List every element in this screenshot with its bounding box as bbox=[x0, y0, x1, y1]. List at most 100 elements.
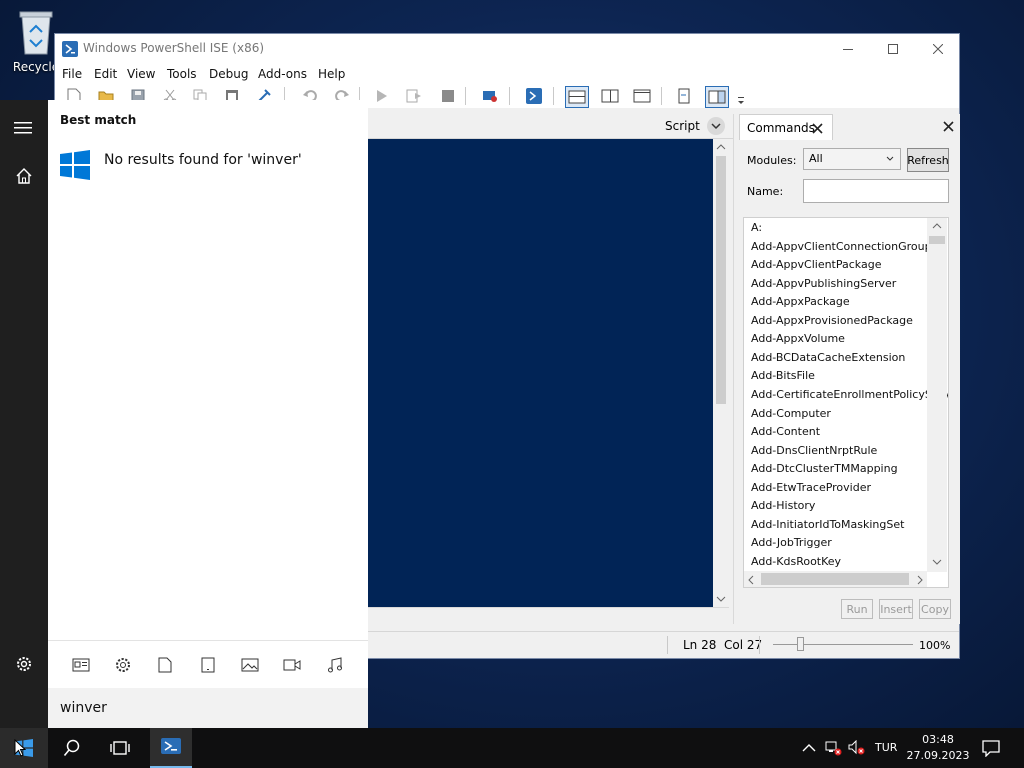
name-filter-input[interactable] bbox=[803, 179, 949, 203]
zoom-slider-track[interactable] bbox=[773, 644, 913, 645]
mouse-pointer-icon bbox=[14, 739, 26, 757]
scroll-down-icon[interactable] bbox=[716, 595, 726, 603]
list-item[interactable]: Add-KdsRootKey bbox=[751, 555, 841, 568]
close-pane-icon[interactable] bbox=[943, 121, 954, 132]
menu-view[interactable]: View bbox=[127, 67, 155, 81]
modules-select[interactable]: All bbox=[803, 148, 901, 170]
tablet-filter-icon[interactable] bbox=[198, 656, 218, 674]
start-powershell-icon[interactable] bbox=[523, 86, 545, 106]
list-item[interactable]: Add-BitsFile bbox=[751, 369, 815, 382]
list-item[interactable]: Add-AppxProvisionedPackage bbox=[751, 314, 913, 327]
list-item[interactable]: Add-History bbox=[751, 499, 815, 512]
show-commands-icon[interactable] bbox=[705, 86, 729, 108]
commands-tab[interactable]: Commands bbox=[739, 114, 833, 140]
search-box[interactable]: winver bbox=[48, 688, 368, 728]
script-expand-button[interactable] bbox=[707, 117, 725, 135]
close-button[interactable] bbox=[915, 34, 961, 64]
scroll-up-icon[interactable] bbox=[716, 143, 726, 151]
insert-button[interactable]: Insert bbox=[879, 599, 913, 619]
close-tab-icon[interactable] bbox=[812, 123, 823, 134]
taskbar-powershell-ise[interactable] bbox=[150, 728, 192, 768]
list-item[interactable]: Add-AppxVolume bbox=[751, 332, 845, 345]
file-filter-icon[interactable] bbox=[155, 656, 175, 674]
task-view-button[interactable] bbox=[96, 728, 144, 768]
minimize-icon bbox=[843, 49, 853, 50]
commands-scroll-thumb[interactable] bbox=[929, 236, 945, 244]
list-item[interactable]: Add-Content bbox=[751, 425, 820, 438]
refresh-button[interactable]: Refresh bbox=[907, 148, 949, 172]
menu-help[interactable]: Help bbox=[318, 67, 345, 81]
toolbar-overflow-icon[interactable] bbox=[737, 94, 745, 104]
minimize-button[interactable] bbox=[825, 34, 871, 64]
list-item[interactable]: Add-EtwTraceProvider bbox=[751, 481, 871, 494]
search-input[interactable]: winver bbox=[60, 700, 107, 716]
maximize-button[interactable] bbox=[870, 34, 916, 64]
commands-hscroll-thumb[interactable] bbox=[761, 573, 909, 585]
photos-filter-icon[interactable] bbox=[240, 656, 260, 674]
layout-top-icon[interactable] bbox=[565, 86, 589, 108]
console-scroll-thumb[interactable] bbox=[716, 156, 726, 404]
show-script-pane-icon[interactable] bbox=[673, 86, 695, 106]
powershell-icon bbox=[62, 41, 78, 57]
stop-icon[interactable] bbox=[437, 86, 459, 106]
list-item[interactable]: Add-JobTrigger bbox=[751, 536, 832, 549]
list-item[interactable]: A: bbox=[751, 221, 762, 234]
search-button[interactable] bbox=[48, 728, 96, 768]
powershell-ise-icon bbox=[161, 738, 181, 754]
menu-debug[interactable]: Debug bbox=[209, 67, 248, 81]
console-pane[interactable] bbox=[367, 139, 713, 607]
commands-list[interactable]: A: Add-AppvClientConnectionGroup Add-App… bbox=[743, 217, 949, 588]
home-icon[interactable] bbox=[15, 167, 33, 185]
run-script-icon[interactable] bbox=[371, 86, 393, 106]
maximize-icon bbox=[888, 44, 898, 54]
video-filter-icon[interactable] bbox=[282, 656, 302, 674]
list-item[interactable]: Add-CertificateEnrollmentPolicyServe bbox=[751, 388, 948, 401]
commands-horizontal-scrollbar[interactable] bbox=[744, 571, 927, 587]
zoom-slider-handle[interactable] bbox=[797, 637, 804, 651]
volume-icon[interactable] bbox=[848, 740, 868, 756]
start-rail bbox=[0, 100, 48, 728]
menu-file[interactable]: File bbox=[62, 67, 82, 81]
clock-time: 03:48 bbox=[922, 733, 954, 746]
list-item[interactable]: Add-InitiatorIdToMaskingSet bbox=[751, 518, 904, 531]
list-item[interactable]: Add-AppvClientConnectionGroup bbox=[751, 240, 932, 253]
show-hidden-icons-icon[interactable] bbox=[802, 742, 816, 754]
list-item[interactable]: Add-AppvClientPackage bbox=[751, 258, 881, 271]
network-icon[interactable] bbox=[824, 740, 844, 756]
list-item[interactable]: Add-AppxPackage bbox=[751, 295, 850, 308]
documents-filter-icon[interactable] bbox=[71, 656, 91, 674]
settings-gear-icon[interactable] bbox=[15, 655, 33, 673]
menu-tools[interactable]: Tools bbox=[167, 67, 197, 81]
commands-vertical-scrollbar[interactable] bbox=[927, 218, 947, 572]
menu-edit[interactable]: Edit bbox=[94, 67, 117, 81]
list-item[interactable]: Add-DtcClusterTMMapping bbox=[751, 462, 898, 475]
scroll-left-icon[interactable] bbox=[747, 575, 755, 585]
input-language[interactable]: TUR bbox=[875, 741, 897, 754]
layout-maximize-icon[interactable] bbox=[631, 86, 653, 106]
action-center-icon[interactable] bbox=[982, 739, 1000, 757]
title-bar[interactable]: Windows PowerShell ISE (x86) bbox=[55, 34, 959, 64]
run-button[interactable]: Run bbox=[841, 599, 873, 619]
layout-right-icon[interactable] bbox=[599, 86, 621, 106]
scroll-down-icon[interactable] bbox=[932, 558, 942, 566]
list-item[interactable]: Add-DnsClientNrptRule bbox=[751, 444, 877, 457]
list-item[interactable]: Add-BCDataCacheExtension bbox=[751, 351, 905, 364]
scroll-right-icon[interactable] bbox=[916, 575, 924, 585]
clock[interactable]: 03:48 27.09.2023 bbox=[906, 732, 970, 764]
close-icon bbox=[933, 44, 943, 54]
scroll-up-icon[interactable] bbox=[932, 222, 942, 230]
hamburger-menu-icon[interactable] bbox=[14, 120, 34, 136]
run-selection-icon[interactable] bbox=[403, 86, 425, 106]
console-horizontal-scrollbar[interactable] bbox=[367, 607, 729, 626]
menu-add-ons[interactable]: Add-ons bbox=[258, 67, 307, 81]
copy-button[interactable]: Copy bbox=[919, 599, 951, 619]
script-pane-header: Script bbox=[367, 114, 733, 139]
clock-date: 27.09.2023 bbox=[906, 749, 970, 762]
menu-bar: File Edit View Tools Debug Add-ons Help bbox=[55, 64, 959, 84]
list-item[interactable]: Add-AppvPublishingServer bbox=[751, 277, 896, 290]
remote-powershell-icon[interactable] bbox=[479, 86, 501, 106]
script-toggle-label[interactable]: Script bbox=[665, 119, 700, 133]
list-item[interactable]: Add-Computer bbox=[751, 407, 831, 420]
music-filter-icon[interactable] bbox=[325, 656, 345, 674]
settings-filter-icon[interactable] bbox=[113, 656, 133, 674]
